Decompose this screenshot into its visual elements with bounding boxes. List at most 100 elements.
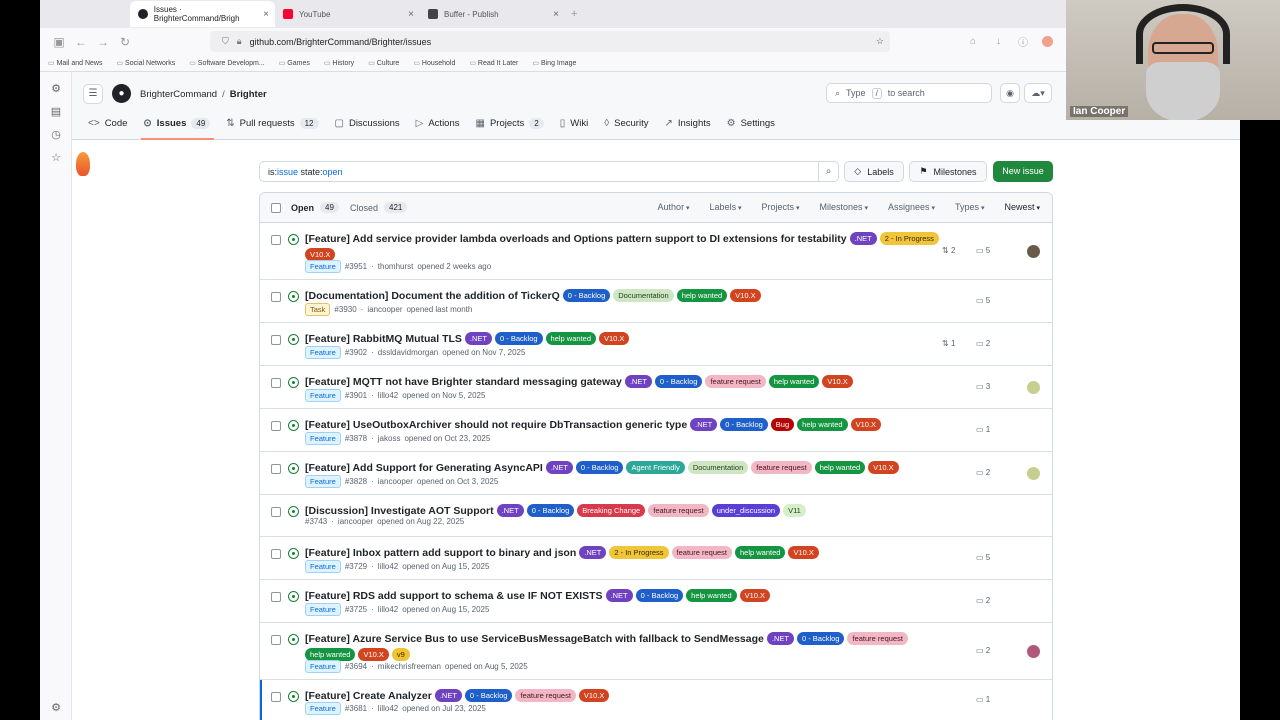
issue-label[interactable]: feature request <box>671 546 732 559</box>
issue-label[interactable]: V10.X <box>739 589 771 602</box>
closed-issues-tab[interactable]: Closed 421 <box>350 202 408 213</box>
issue-label[interactable]: V10.X <box>730 289 761 302</box>
issue-checkbox[interactable] <box>271 378 281 388</box>
issue-title-link[interactable]: [Feature] MQTT not have Brighter standar… <box>305 376 622 388</box>
comments-link[interactable]: ▭ 5 <box>976 296 990 305</box>
issue-checkbox[interactable] <box>271 235 281 245</box>
info-icon[interactable]: ⓘ <box>1018 34 1028 49</box>
issue-label[interactable]: help wanted <box>735 546 786 559</box>
browser-tab-youtube[interactable]: YouTube × <box>275 1 420 27</box>
avatar[interactable] <box>1027 467 1040 480</box>
issue-title-link[interactable]: [Feature] RabbitMQ Mutual TLS <box>305 333 462 345</box>
close-icon[interactable]: × <box>553 9 559 20</box>
issue-label[interactable]: help wanted <box>545 332 596 345</box>
avatar[interactable] <box>1027 381 1040 394</box>
issue-label[interactable]: .NET <box>579 546 607 559</box>
extension-icon[interactable] <box>1042 36 1053 47</box>
tab-insights[interactable]: ↗ Insights <box>662 116 720 135</box>
issue-label[interactable]: 0 - Backlog <box>654 375 703 388</box>
issue-label[interactable]: help wanted <box>814 461 866 474</box>
issue-title-link[interactable]: [Feature] Add service provider lambda ov… <box>305 233 847 245</box>
table-row[interactable]: [Feature] Add service provider lambda ov… <box>260 223 1052 280</box>
ai-icon[interactable]: ⚙ <box>40 82 72 95</box>
issue-type-badge[interactable]: Feature <box>305 702 341 715</box>
tab-issues[interactable]: ⊙ Issues 49 <box>141 116 220 140</box>
tab-wiki[interactable]: ▯ Wiki <box>558 116 598 135</box>
issue-label[interactable]: 0 - Backlog <box>495 332 543 345</box>
repo-owner-link[interactable]: BrighterCommand <box>140 89 217 100</box>
comments-link[interactable]: ▭ 1 <box>976 695 990 704</box>
issue-author[interactable]: lillo42 <box>378 562 398 571</box>
issue-author[interactable]: lillo42 <box>378 605 398 614</box>
issue-label[interactable]: help wanted <box>676 289 728 302</box>
repo-name-link[interactable]: Brighter <box>230 89 267 100</box>
issue-label[interactable]: .NET <box>624 375 652 388</box>
issue-checkbox[interactable] <box>271 421 281 431</box>
avatar[interactable] <box>1027 645 1040 658</box>
close-icon[interactable]: × <box>408 9 414 20</box>
issue-label[interactable]: .NET <box>690 418 718 431</box>
tab-code[interactable]: <> Code <box>86 116 137 135</box>
issue-author[interactable]: lillo42 <box>378 391 398 400</box>
issue-label[interactable]: V10.X <box>788 546 819 559</box>
menu-icon[interactable]: ☰ <box>83 84 103 104</box>
tab-projects[interactable]: ▦ Projects 2 <box>474 116 554 135</box>
tab-actions[interactable]: ▷ Actions <box>414 116 470 135</box>
issue-author[interactable]: iancooper <box>367 305 402 314</box>
table-row[interactable]: [Feature] Azure Service Bus to use Servi… <box>260 623 1052 680</box>
issue-label[interactable]: V10.X <box>850 418 882 431</box>
issue-label[interactable]: .NET <box>496 504 524 517</box>
new-tab-icon[interactable]: + <box>571 8 577 20</box>
issue-label[interactable]: Agent Friendly <box>626 461 685 474</box>
address-bar[interactable]: ⛉ 🔒︎ github.com/BrighterCommand/Brighter… <box>210 31 890 52</box>
tab-security[interactable]: ◊ Security <box>602 116 658 135</box>
tabs-icon[interactable]: ▤ <box>40 105 72 118</box>
bookmark-item[interactable]: Social Networks <box>116 59 175 67</box>
issue-type-badge[interactable]: Feature <box>305 560 341 573</box>
screenshot-icon[interactable]: ⌂ <box>970 36 976 47</box>
issue-author[interactable]: iancooper <box>378 477 413 486</box>
issue-title-link[interactable]: [Feature] Azure Service Bus to use Servi… <box>305 633 764 645</box>
issue-label[interactable]: Documentation <box>687 461 749 474</box>
bookmark-item[interactable]: Household <box>413 59 455 67</box>
reload-icon[interactable]: ↻ <box>114 35 136 49</box>
bookmark-item[interactable]: Games <box>279 59 310 67</box>
issue-title-link[interactable]: [Feature] Add Support for Generating Asy… <box>305 462 543 474</box>
sidebar-toggle-icon[interactable]: ▣ <box>48 35 70 49</box>
bookmark-star-icon[interactable]: ☆ <box>876 36 884 47</box>
sort-dropdown[interactable]: Newest <box>1005 202 1040 212</box>
issue-label[interactable]: .NET <box>434 689 462 702</box>
issue-label[interactable]: feature request <box>648 504 709 517</box>
issue-title-link[interactable]: [Feature] Inbox pattern add support to b… <box>305 547 576 559</box>
bookmark-item[interactable]: History <box>324 59 354 67</box>
issue-author[interactable]: thomhurst <box>378 262 414 271</box>
bookmark-item[interactable]: Culture <box>368 59 400 67</box>
issue-label[interactable]: V10.X <box>578 689 610 702</box>
search-icon[interactable]: ⌕ <box>818 162 838 181</box>
comments-link[interactable]: ▭ 2 <box>976 596 990 605</box>
issue-type-badge[interactable]: Feature <box>305 603 341 616</box>
issue-type-badge[interactable]: Feature <box>305 660 341 673</box>
milestones-button[interactable]: ⚑ Milestones <box>909 161 987 182</box>
table-row[interactable]: [Feature] Create Analyzer .NET 0 - Backlog… <box>260 680 1052 720</box>
issue-label[interactable]: 0 - Backlog <box>720 418 768 431</box>
issue-label[interactable]: .NET <box>464 332 493 345</box>
customize-icon[interactable]: ⚙ <box>40 701 72 714</box>
issue-checkbox[interactable] <box>271 292 281 302</box>
comments-link[interactable]: ▭ 2 <box>976 646 990 655</box>
issue-label[interactable]: 0 - Backlog <box>575 461 624 474</box>
issue-label[interactable]: .NET <box>545 461 573 474</box>
issue-type-badge[interactable]: Task <box>305 303 331 316</box>
issue-type-badge[interactable]: Feature <box>305 432 341 445</box>
issue-label[interactable]: help wanted <box>768 375 820 388</box>
milestones-filter[interactable]: Milestones <box>820 202 869 212</box>
table-row[interactable]: [Documentation] Document the addition of… <box>260 280 1052 323</box>
issue-author[interactable]: lillo42 <box>378 704 398 713</box>
new-issue-button[interactable]: New issue <box>993 161 1053 182</box>
issue-label[interactable]: Breaking Change <box>577 504 646 517</box>
issue-label[interactable]: V10.X <box>599 332 630 345</box>
issue-type-badge[interactable]: Feature <box>305 260 341 273</box>
issue-title-link[interactable]: [Documentation] Document the addition of… <box>305 290 560 302</box>
issue-label[interactable]: .NET <box>605 589 633 602</box>
issue-label[interactable]: 2 - In Progress <box>609 546 669 559</box>
